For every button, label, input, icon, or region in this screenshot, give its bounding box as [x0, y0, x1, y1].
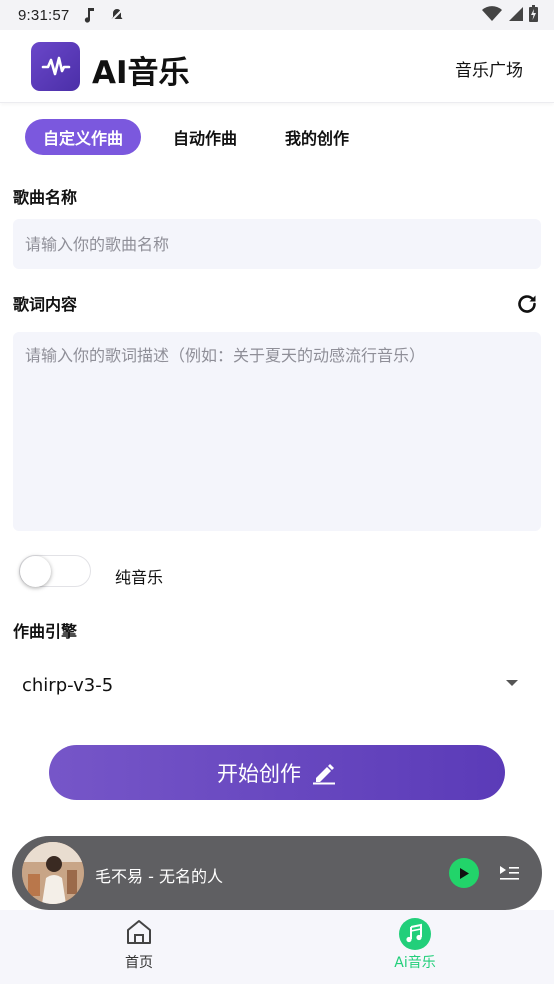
lyrics-textarea[interactable] — [13, 332, 541, 531]
app-logo — [31, 42, 80, 91]
album-art-image — [22, 842, 84, 904]
music-square-link[interactable]: 音乐广场 — [455, 56, 523, 81]
pure-music-label: 纯音乐 — [115, 568, 164, 587]
wifi-icon — [482, 5, 502, 21]
battery-icon — [529, 5, 538, 22]
tab-auto-compose[interactable]: 自动作曲 — [155, 119, 255, 155]
playlist-queue-icon[interactable] — [497, 861, 521, 885]
track-title: 毛不易 - 无名的人 — [95, 867, 223, 886]
music-note-icon — [399, 918, 431, 950]
edit-pencil-icon — [313, 763, 335, 784]
bottom-navigation: 首页 Ai音乐 — [0, 910, 554, 984]
app-header: AI音乐 音乐广场 — [0, 30, 554, 103]
engine-selected-value: chirp-v3-5 — [22, 674, 114, 696]
home-icon — [127, 920, 151, 944]
mini-player[interactable]: 毛不易 - 无名的人 — [12, 836, 542, 910]
notification-mute-icon — [110, 8, 125, 22]
tab-custom-compose[interactable]: 自定义作曲 — [25, 119, 142, 155]
song-name-input[interactable] — [13, 219, 541, 269]
play-icon — [460, 867, 469, 879]
music-note-status-icon — [85, 8, 95, 23]
dropdown-caret-icon — [506, 680, 518, 686]
lyrics-label: 歌词内容 — [13, 295, 78, 314]
nav-home-label: 首页 — [125, 955, 153, 971]
tab-my-creations[interactable]: 我的创作 — [267, 119, 367, 155]
engine-label: 作曲引擎 — [13, 622, 78, 641]
nav-ai-music[interactable]: Ai音乐 — [365, 918, 465, 972]
app-title: AI音乐 — [92, 55, 190, 91]
nav-home[interactable]: 首页 — [89, 918, 189, 972]
status-time: 9:31:57 — [18, 6, 70, 24]
pure-music-toggle[interactable] — [19, 555, 91, 587]
engine-select[interactable]: chirp-v3-5 — [13, 664, 541, 706]
refresh-icon[interactable] — [515, 292, 539, 316]
start-create-button[interactable]: 开始创作 — [49, 745, 505, 800]
play-button[interactable] — [449, 858, 479, 888]
signal-icon — [509, 6, 523, 21]
album-cover[interactable] — [22, 842, 84, 904]
compose-tabs: 自定义作曲 自动作曲 我的创作 — [25, 119, 367, 155]
start-create-label: 开始创作 — [217, 761, 301, 786]
song-name-label: 歌曲名称 — [13, 188, 78, 207]
toggle-knob — [20, 556, 51, 587]
soundwave-logo-icon — [41, 56, 70, 75]
status-bar: 9:31:57 — [0, 0, 554, 30]
nav-ai-music-label: Ai音乐 — [394, 955, 436, 971]
